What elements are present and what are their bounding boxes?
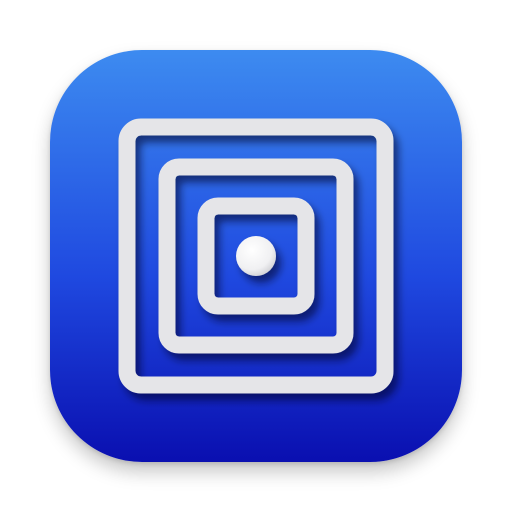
concentric-squares-icon [50, 50, 462, 462]
center-dot [236, 236, 276, 276]
app-icon[interactable] [50, 50, 462, 462]
canvas [0, 0, 512, 512]
